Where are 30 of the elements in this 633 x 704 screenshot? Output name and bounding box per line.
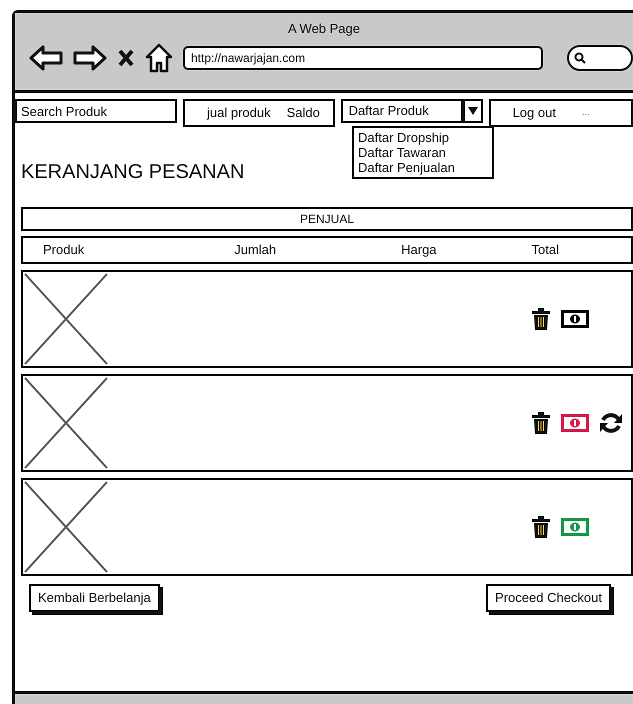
page-heading: KERANJANG PESANAN (21, 160, 244, 185)
search-field[interactable]: Search Produk (15, 99, 177, 123)
dropdown-toggle[interactable] (462, 99, 483, 123)
home-icon[interactable] (145, 42, 173, 72)
column-header: Produk (43, 241, 84, 260)
forward-icon[interactable] (73, 44, 107, 72)
close-icon[interactable] (117, 48, 135, 68)
nav-link[interactable]: Saldo (278, 103, 328, 123)
caret-icon (468, 107, 478, 115)
more-text: ... (582, 106, 590, 120)
refresh-icon[interactable] (599, 411, 623, 435)
trash-icon[interactable] (531, 308, 551, 330)
trash-icon[interactable] (531, 412, 551, 434)
back-icon[interactable] (29, 44, 63, 72)
column-header: Jumlah (234, 241, 276, 260)
column-header: Total (532, 241, 560, 260)
search-icon (574, 52, 586, 64)
trash-icon[interactable] (531, 516, 551, 538)
window-title: A Web Page (288, 20, 360, 38)
nav-link[interactable]: jual produk (199, 103, 279, 123)
menu-item[interactable]: Daftar Dropship (358, 130, 488, 145)
dropdown-field[interactable]: Daftar Produk (340, 99, 463, 123)
search-field[interactable] (567, 44, 633, 70)
menu-item[interactable]: Daftar Penjualan (358, 160, 488, 175)
seller-bar: PENJUAL (21, 207, 633, 231)
column-header: Harga (401, 241, 437, 260)
menu-item[interactable]: Daftar Tawaran (358, 145, 488, 160)
money-icon[interactable] (561, 310, 589, 328)
logout-link[interactable]: Log out (504, 103, 564, 123)
address-field[interactable]: http://nawarjajan.com (183, 46, 543, 70)
